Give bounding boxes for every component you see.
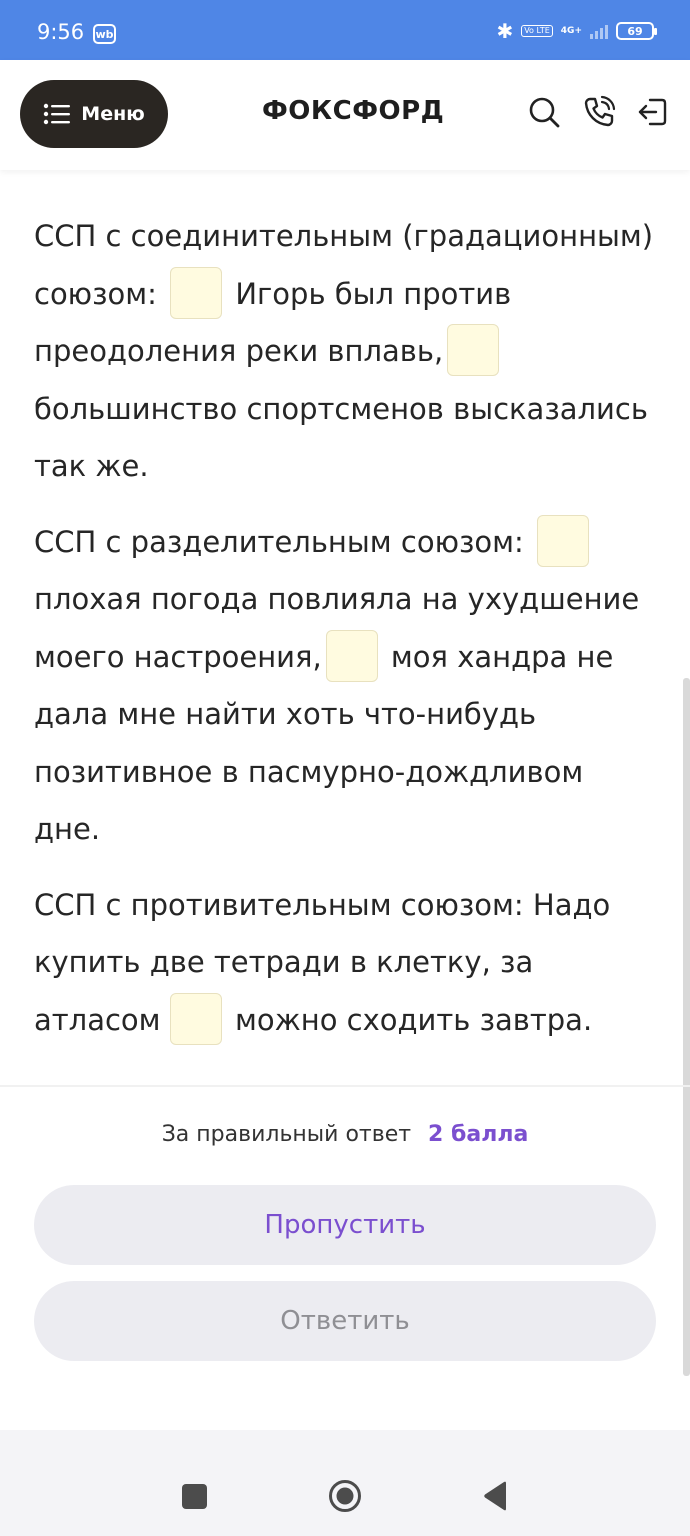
- wb-app-icon: wb: [93, 24, 116, 44]
- status-time: 9:56: [37, 20, 85, 44]
- recent-apps-icon[interactable]: [182, 1484, 207, 1509]
- answer-blank-5[interactable]: [169, 992, 222, 1045]
- scrollbar[interactable]: [683, 678, 690, 1376]
- points-value: 2 балла: [428, 1122, 529, 1147]
- phone-icon[interactable]: [582, 95, 616, 129]
- volte-badge: Vo LTE: [521, 25, 553, 37]
- status-bar: 9:56 wb ✱ Vo LTE 4G+ 69: [0, 0, 690, 60]
- skip-button[interactable]: Пропустить: [34, 1185, 656, 1265]
- exercise-paragraph-2: ССП с разделительным союзом: плохая пого…: [34, 514, 654, 859]
- answer-blank-2[interactable]: [447, 324, 500, 376]
- points-info: За правильный ответ 2 балла: [0, 1122, 690, 1147]
- points-label: За правильный ответ: [161, 1122, 412, 1147]
- system-nav-bar: [0, 1430, 690, 1536]
- network-type: 4G+: [560, 26, 582, 36]
- exercise-paragraph-1: ССП с соединительным (градационным) союз…: [34, 208, 654, 496]
- answer-blank-4[interactable]: [325, 629, 378, 682]
- p1-text-c: большинство спортсменов высказались так …: [34, 391, 648, 484]
- logout-icon[interactable]: [636, 95, 670, 129]
- back-icon[interactable]: [482, 1481, 508, 1511]
- p3-text-b: можно сходить завтра.: [234, 1002, 593, 1037]
- app-header: Меню ФОКСФОРД: [0, 60, 690, 170]
- p2-text-a: ССП с разделительным союзом:: [34, 524, 524, 559]
- search-icon[interactable]: [527, 95, 561, 129]
- home-icon[interactable]: [328, 1479, 362, 1513]
- foxford-logo[interactable]: ФОКСФОРД: [262, 96, 444, 126]
- battery-icon: 69: [616, 22, 657, 40]
- bluetooth-icon: ✱: [496, 19, 514, 43]
- exercise-paragraph-3: ССП с противительным союзом: Надо купить…: [34, 877, 654, 1050]
- divider: [0, 1085, 690, 1087]
- signal-icon: [590, 23, 608, 39]
- menu-icon: [44, 103, 71, 125]
- answer-blank-3[interactable]: [537, 514, 590, 567]
- battery-level: 69: [627, 24, 643, 38]
- menu-button[interactable]: Меню: [20, 80, 168, 148]
- menu-label: Меню: [81, 103, 145, 125]
- answer-button[interactable]: Ответить: [34, 1281, 656, 1361]
- exercise-content: ССП с соединительным (градационным) союз…: [34, 208, 654, 1067]
- status-indicators: ✱ Vo LTE 4G+ 69: [496, 18, 657, 44]
- answer-blank-1[interactable]: [170, 266, 223, 319]
